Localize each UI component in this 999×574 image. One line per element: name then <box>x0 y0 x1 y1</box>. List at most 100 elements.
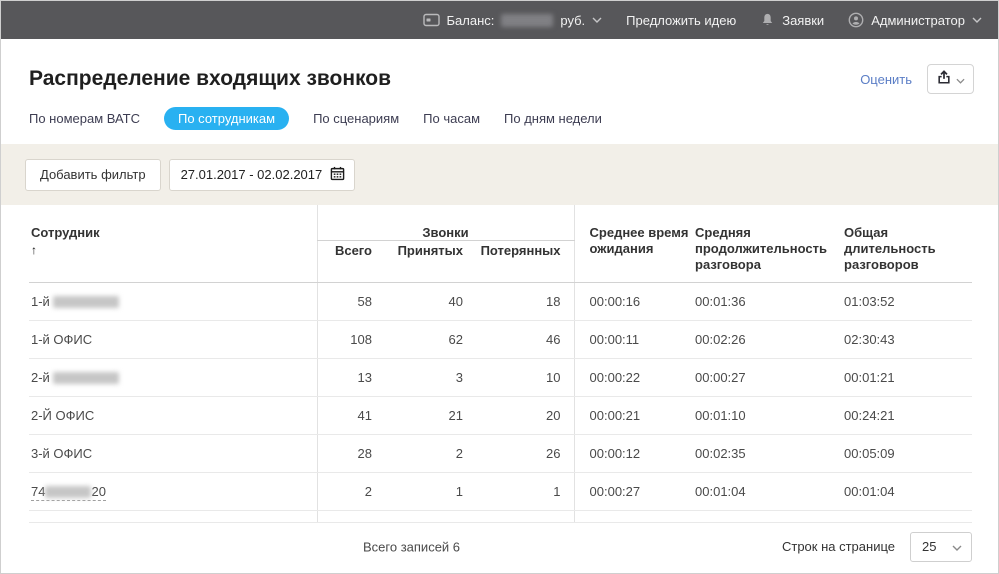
cell: 00:02:26 <box>695 320 845 359</box>
cell: 21 <box>376 396 467 435</box>
employee-cell: 1-й <box>29 282 317 321</box>
column-header-avg-duration[interactable]: Средняя продолжительность разговора <box>695 205 845 283</box>
empty-cell <box>29 510 317 523</box>
page-title: Распределение входящих звонков <box>29 67 392 90</box>
cell: 62 <box>376 320 467 359</box>
cell: 00:00:21 <box>573 396 696 435</box>
tab-5[interactable]: По дням недели <box>504 107 602 130</box>
cell: 00:02:35 <box>695 434 845 473</box>
cell: 13 <box>316 358 376 397</box>
column-header-lost[interactable]: Потерянных <box>467 240 575 283</box>
table-row: 74 20 2 1 1 00:00:27 00:01:04 00:01:04 <box>29 472 973 511</box>
chevron-down-icon <box>955 72 965 87</box>
cell: 01:03:52 <box>844 282 973 321</box>
currency-label: руб. <box>560 12 586 28</box>
calls-table: Сотрудник ↑ Звонки Среднее время ожидани… <box>1 205 998 523</box>
cell: 2 <box>376 434 467 473</box>
column-header-total-duration[interactable]: Общая длительность разговоров <box>844 205 973 283</box>
cell: 00:00:12 <box>573 434 696 473</box>
suggest-idea-link[interactable]: Предложить идею <box>626 13 736 28</box>
empty-cell <box>316 510 575 523</box>
cell: 26 <box>467 434 575 473</box>
table-row: 1-й ОФИС 108 62 46 00:00:11 00:02:26 02:30:43 <box>29 320 973 359</box>
masked-text <box>45 486 92 498</box>
chevron-down-icon <box>972 17 982 23</box>
total-records: Всего записей 6 <box>363 539 461 554</box>
empty-cell <box>573 510 973 523</box>
user-icon <box>848 12 864 28</box>
cell: 00:01:04 <box>844 472 973 511</box>
cell: 00:24:21 <box>844 396 973 435</box>
tab-4[interactable]: По часам <box>423 107 480 130</box>
table-row: 1-й 58 40 18 00:00:16 00:01:36 01:03:52 <box>29 282 973 321</box>
page: Баланс: руб. Предложить идею Заявки Адми… <box>0 0 999 574</box>
cell: 00:00:11 <box>573 320 696 359</box>
chevron-down-icon <box>952 539 962 554</box>
cell: 28 <box>316 434 376 473</box>
tab-1[interactable]: По номерам ВАТС <box>29 107 140 130</box>
calendar-icon <box>330 166 345 184</box>
user-menu[interactable]: Администратор <box>848 12 982 28</box>
cell: 58 <box>316 282 376 321</box>
cell: 2 <box>316 472 376 511</box>
balance-label: Баланс: <box>446 12 495 28</box>
employee-cell: 2-Й ОФИС <box>29 396 317 435</box>
title-row: Распределение входящих звонков Оценить <box>1 39 998 94</box>
employee-cell: 74 20 <box>29 472 317 511</box>
cell: 108 <box>316 320 376 359</box>
masked-text <box>53 372 120 384</box>
tab-2[interactable]: По сотрудникам <box>164 107 290 130</box>
bell-icon <box>760 12 775 28</box>
tab-3[interactable]: По сценариям <box>313 107 399 130</box>
rows-per-page-select[interactable]: 25 <box>910 531 972 562</box>
cell: 10 <box>467 358 575 397</box>
cell: 1 <box>376 472 467 511</box>
cell: 18 <box>467 282 575 321</box>
tabs: По номерам ВАТС По сотрудникам По сценария… <box>1 94 998 130</box>
cell: 00:00:22 <box>573 358 696 397</box>
filter-bar: Добавить фильтр 27.01.2017 - 02.02.2017 <box>1 144 998 205</box>
cell: 20 <box>467 396 575 435</box>
cell: 02:30:43 <box>844 320 973 359</box>
table-footer: Всего записей 6 Строк на странице 25 <box>1 523 998 570</box>
table-row: 2-й 13 3 10 00:00:22 00:00:27 00:01:21 <box>29 358 973 397</box>
sort-asc-icon: ↑ <box>31 243 37 257</box>
cell: 00:01:21 <box>844 358 973 397</box>
cell: 46 <box>467 320 575 359</box>
cell: 00:01:04 <box>695 472 845 511</box>
cell: 00:01:10 <box>695 396 845 435</box>
date-range-value: 27.01.2017 - 02.02.2017 <box>180 167 323 182</box>
add-filter-button[interactable]: Добавить фильтр <box>25 158 161 191</box>
rows-per-page-label: Строк на странице <box>781 539 895 554</box>
phone-link[interactable]: 74 20 <box>31 484 106 501</box>
rate-link[interactable]: Оценить <box>860 72 912 87</box>
employee-cell: 1-й ОФИС <box>29 320 317 359</box>
column-header-employee[interactable]: Сотрудник ↑ <box>29 205 317 283</box>
export-button[interactable] <box>927 64 974 94</box>
cell: 00:00:27 <box>695 358 845 397</box>
table-tail-row <box>29 510 973 523</box>
cell: 41 <box>316 396 376 435</box>
export-icon <box>937 70 951 88</box>
topbar: Баланс: руб. Предложить идею Заявки Адми… <box>1 1 998 39</box>
table-row: 2-Й ОФИС 41 21 20 00:00:21 00:01:10 00:24:21 <box>29 396 973 435</box>
column-header-accepted[interactable]: Принятых <box>376 240 467 283</box>
masked-text <box>53 296 120 308</box>
cell: 00:00:27 <box>573 472 696 511</box>
column-header-total[interactable]: Всего <box>316 240 376 283</box>
date-range-input[interactable]: 27.01.2017 - 02.02.2017 <box>168 158 355 191</box>
employee-cell: 3-й ОФИС <box>29 434 317 473</box>
cell: 00:01:36 <box>695 282 845 321</box>
cell: 1 <box>467 472 575 511</box>
wallet-icon <box>422 13 440 27</box>
column-group-calls: Звонки <box>316 205 575 241</box>
balance-menu[interactable]: Баланс: руб. <box>422 12 603 28</box>
column-header-avg-wait[interactable]: Среднее время ожидания <box>573 205 696 283</box>
cell: 40 <box>376 282 467 321</box>
chevron-down-icon <box>592 17 602 23</box>
employee-cell: 2-й <box>29 358 317 397</box>
tickets-link[interactable]: Заявки <box>760 12 824 28</box>
cell: 00:00:16 <box>573 282 696 321</box>
cell: 00:05:09 <box>844 434 973 473</box>
table-row: 3-й ОФИС 28 2 26 00:00:12 00:02:35 00:05:09 <box>29 434 973 473</box>
